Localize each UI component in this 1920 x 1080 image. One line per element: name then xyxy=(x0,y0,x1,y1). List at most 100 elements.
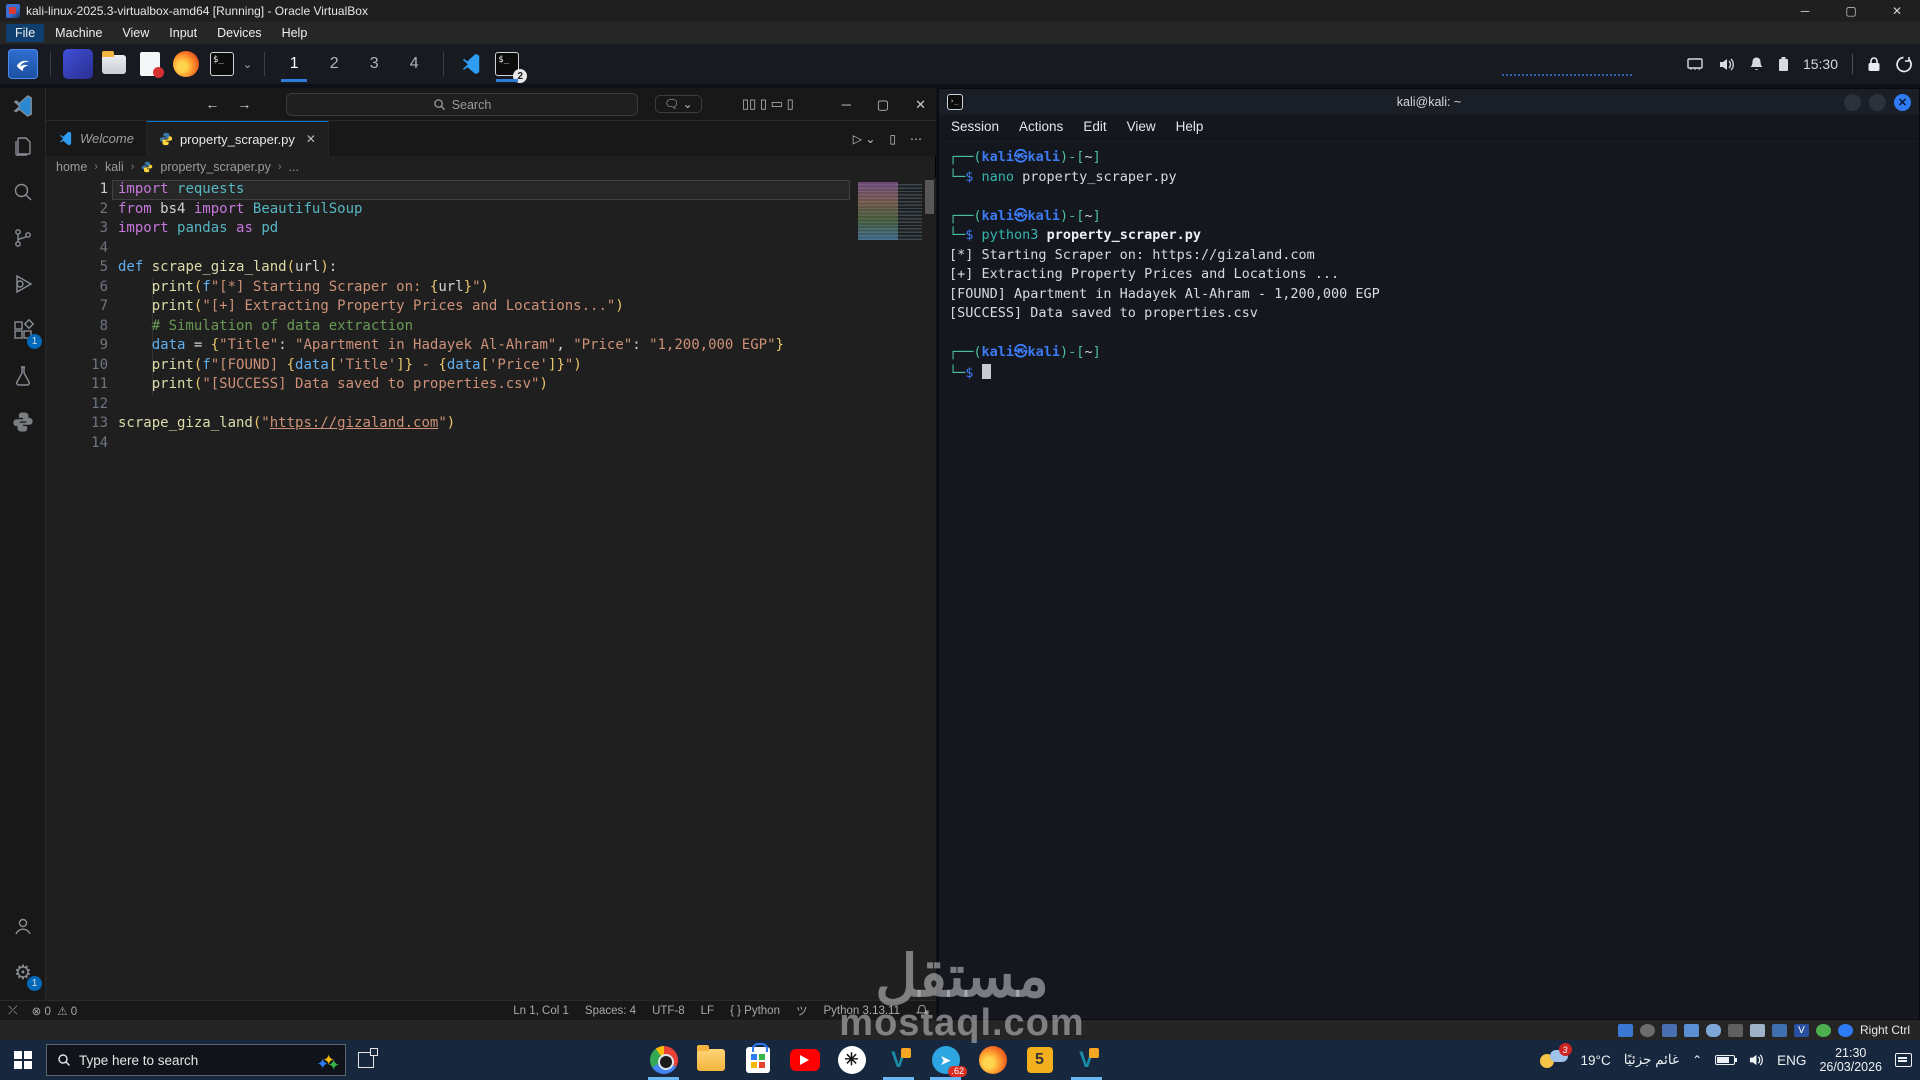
copilot-chat-icon[interactable]: 🗨 ⌄ xyxy=(655,95,702,113)
eol-sequence[interactable]: LF xyxy=(701,1005,714,1017)
mouse-integration-icon[interactable] xyxy=(1816,1024,1831,1037)
taskbar-youtube-icon[interactable] xyxy=(781,1040,828,1080)
hidden-icons-chevron-icon[interactable]: ⌃ xyxy=(1692,1053,1702,1067)
start-button[interactable] xyxy=(0,1040,46,1080)
workspace-4[interactable]: 4 xyxy=(397,49,431,79)
breadcrumb-file[interactable]: property_scraper.py xyxy=(160,160,270,174)
taskbar-5olo-icon[interactable]: 5 xyxy=(1016,1040,1063,1080)
tab-close-icon[interactable]: ✕ xyxy=(306,132,316,146)
vscode-close-icon[interactable]: ✕ xyxy=(915,97,926,113)
tab-property-scraper[interactable]: property_scraper.py ✕ xyxy=(147,121,329,156)
lock-screen-icon[interactable] xyxy=(1867,56,1881,72)
usb-status-icon[interactable] xyxy=(1706,1024,1721,1037)
taskbar-telegram-icon[interactable]: ➤.62 xyxy=(922,1040,969,1080)
tray-temperature[interactable]: 19°C xyxy=(1581,1053,1611,1068)
panel-clock[interactable]: 15:30 xyxy=(1803,56,1838,72)
workspace-1[interactable]: 1 xyxy=(277,49,311,79)
kali-menu-button[interactable] xyxy=(8,49,38,79)
vscode-search-box[interactable]: Search xyxy=(286,93,638,116)
breadcrumb[interactable]: home› kali› property_scraper.py› ... xyxy=(56,156,916,178)
code-editor[interactable]: 1234567891011121314 import requestsfrom … xyxy=(46,178,936,1000)
harddisk-status-icon[interactable] xyxy=(1618,1024,1633,1037)
taskbar-chatgpt-icon[interactable]: ✳ xyxy=(828,1040,875,1080)
back-icon[interactable]: ← xyxy=(205,96,219,112)
settings-gear-icon[interactable]: ⚙1 xyxy=(7,956,39,988)
taskbar-store-icon[interactable] xyxy=(734,1040,781,1080)
menu-input[interactable]: Input xyxy=(160,24,206,42)
battery-icon[interactable] xyxy=(1715,1055,1735,1065)
volume-icon[interactable] xyxy=(1748,1053,1764,1067)
python-extension-icon[interactable] xyxy=(7,406,39,438)
workspace-2[interactable]: 2 xyxy=(317,49,351,79)
tab-welcome[interactable]: Welcome xyxy=(46,121,147,156)
panel-firefox-icon[interactable] xyxy=(171,49,201,79)
panel-terminal-task-icon[interactable]: $_2 xyxy=(492,49,522,79)
terminal-titlebar[interactable]: ›_ kali@kali: ~ ✕ xyxy=(939,89,1919,115)
terminal-minimize-icon[interactable] xyxy=(1844,94,1861,111)
panel-terminal-chevron-icon[interactable]: ⌄ xyxy=(243,58,252,71)
logout-icon[interactable] xyxy=(1895,56,1912,73)
panel-text-editor-icon[interactable] xyxy=(135,49,165,79)
menu-help[interactable]: Help xyxy=(273,24,317,42)
battery-icon[interactable] xyxy=(1778,56,1789,72)
shared-folders-status-icon[interactable] xyxy=(1728,1024,1743,1037)
split-editor-icon[interactable]: ▯ xyxy=(889,132,896,146)
terminal-maximize-icon[interactable] xyxy=(1869,94,1886,111)
explorer-icon[interactable] xyxy=(7,130,39,162)
taskbar-search-box[interactable]: Type here to search ✦ xyxy=(46,1044,346,1076)
code-content[interactable]: import requestsfrom bs4 import Beautiful… xyxy=(118,180,852,453)
panel-app-window-icon[interactable] xyxy=(63,49,93,79)
layout-toggle-icons[interactable]: ▯▯ ▯ ▭ ▯ xyxy=(742,96,794,112)
encoding[interactable]: UTF-8 xyxy=(652,1005,685,1017)
breadcrumb-kali[interactable]: kali xyxy=(105,160,124,174)
terminal-menu-edit[interactable]: Edit xyxy=(1083,119,1106,134)
editor-more-actions-icon[interactable]: ⋯ xyxy=(910,132,922,146)
breadcrumb-more[interactable]: ... xyxy=(289,160,299,174)
task-view-icon[interactable] xyxy=(346,1040,386,1080)
optical-disc-status-icon[interactable] xyxy=(1640,1024,1655,1037)
run-python-file-icon[interactable]: ▷ ⌄ xyxy=(853,132,876,146)
minimize-button[interactable]: ─ xyxy=(1782,0,1828,22)
volume-icon[interactable] xyxy=(1718,57,1735,72)
cursor-position[interactable]: Ln 1, Col 1 xyxy=(513,1005,569,1017)
terminal-menu-help[interactable]: Help xyxy=(1176,119,1204,134)
problems-indicator[interactable]: ⊗ 0 ⚠ 0 xyxy=(32,1004,78,1018)
notifications-bell-icon[interactable] xyxy=(916,1004,928,1017)
display-status-icon[interactable] xyxy=(1750,1024,1765,1037)
host-key-state-icon[interactable] xyxy=(1838,1024,1853,1037)
minimap-slider[interactable] xyxy=(925,180,934,214)
minimap[interactable] xyxy=(858,182,922,240)
language-mode[interactable]: { } Python xyxy=(730,1005,780,1017)
remote-indicator-icon[interactable]: ⤫ xyxy=(8,1003,18,1018)
python-interpreter[interactable]: Python 3.13.11 xyxy=(823,1005,900,1017)
terminal-output[interactable]: ┌──(kali㉿kali)-[~]└─$ nano property_scra… xyxy=(939,141,1919,1019)
menu-devices[interactable]: Devices xyxy=(208,24,270,42)
recording-status-icon[interactable] xyxy=(1772,1024,1787,1037)
menu-view[interactable]: View xyxy=(113,24,158,42)
panel-file-manager-icon[interactable] xyxy=(99,49,129,79)
panel-terminal-launcher-icon[interactable]: $_ xyxy=(207,49,237,79)
workspace-3[interactable]: 3 xyxy=(357,49,391,79)
vscode-maximize-icon[interactable]: ▢ xyxy=(877,97,889,113)
network-status-icon[interactable] xyxy=(1684,1024,1699,1037)
taskbar-explorer-icon[interactable] xyxy=(687,1040,734,1080)
input-language[interactable]: ENG xyxy=(1777,1053,1806,1068)
source-control-icon[interactable] xyxy=(7,222,39,254)
breadcrumb-home[interactable]: home xyxy=(56,160,87,174)
close-button[interactable]: ✕ xyxy=(1874,0,1920,22)
maximize-button[interactable]: ▢ xyxy=(1828,0,1874,22)
taskbar-chrome-icon[interactable] xyxy=(640,1040,687,1080)
taskbar-clock[interactable]: 21:3026/03/2026 xyxy=(1819,1046,1882,1074)
menu-machine[interactable]: Machine xyxy=(46,24,111,42)
vbox-mode-icon[interactable]: V xyxy=(1794,1024,1809,1037)
panel-vscode-task-icon[interactable] xyxy=(456,49,486,79)
tray-weather-text[interactable]: غائم جزئيًا xyxy=(1624,1052,1679,1068)
account-icon[interactable] xyxy=(7,910,39,942)
taskbar-firefox-icon[interactable] xyxy=(969,1040,1016,1080)
weather-icon[interactable]: 3 xyxy=(1538,1048,1568,1072)
search-icon[interactable] xyxy=(7,176,39,208)
vscode-minimize-icon[interactable]: ─ xyxy=(842,97,851,112)
copilot-icon[interactable]: ツ xyxy=(796,1003,808,1019)
taskbar-virtualbox-icon[interactable]: V xyxy=(875,1040,922,1080)
terminal-close-icon[interactable]: ✕ xyxy=(1894,94,1911,111)
